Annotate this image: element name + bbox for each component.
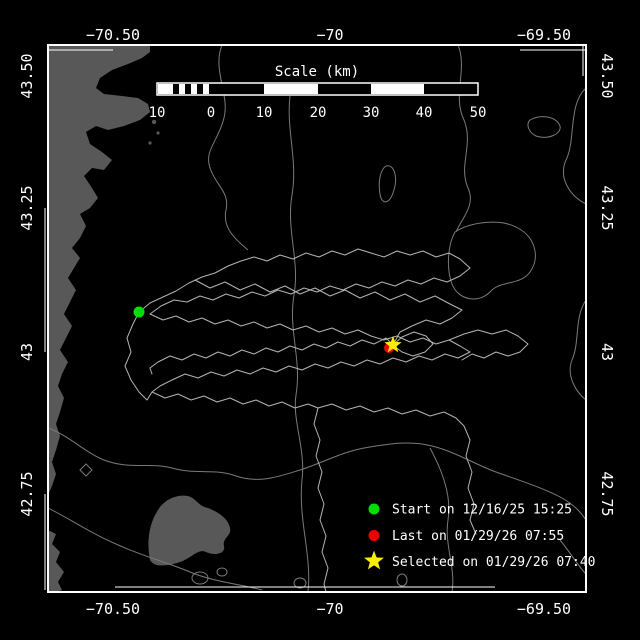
scale-tick-label: 10 <box>256 105 273 121</box>
lat-label: 43 <box>598 343 616 361</box>
land-islet <box>148 141 151 144</box>
legend-last-label: Last on 01/29/26 07:55 <box>392 529 564 544</box>
lon-label: −70 <box>316 600 343 618</box>
lat-label: 43 <box>18 343 36 361</box>
lat-label: 42.75 <box>18 471 36 516</box>
scale-bar-title: Scale (km) <box>275 64 359 80</box>
legend-selected-label: Selected on 01/29/26 07:40 <box>392 555 596 570</box>
lon-label: −70.50 <box>86 26 140 44</box>
scale-tick-label: 30 <box>363 105 380 121</box>
lon-label: −69.50 <box>517 26 571 44</box>
legend-last-marker-icon <box>369 530 380 541</box>
scale-tick-label: 50 <box>470 105 487 121</box>
track-map-window: Scale (km) 10 0 10 20 30 40 50 <box>0 0 640 640</box>
lon-label: −70 <box>316 26 343 44</box>
lat-label: 43.50 <box>18 53 36 98</box>
lon-label: −69.50 <box>517 600 571 618</box>
legend: Start on 12/16/25 15:25 Last on 01/29/26… <box>364 503 595 571</box>
scale-tick-label: 20 <box>310 105 327 121</box>
lat-label: 42.75 <box>598 471 616 516</box>
lat-label: 43.50 <box>598 53 616 98</box>
lat-label: 43.25 <box>598 185 616 230</box>
land-islet <box>156 131 159 134</box>
start-position-marker[interactable] <box>134 307 145 318</box>
legend-start-marker-icon <box>369 504 380 515</box>
scale-tick-label: 40 <box>416 105 433 121</box>
lat-label: 43.25 <box>18 185 36 230</box>
lon-label: −70.50 <box>86 600 140 618</box>
legend-start-label: Start on 12/16/25 15:25 <box>392 503 572 518</box>
scale-tick-label: 10 <box>149 105 166 121</box>
scale-tick-label: 0 <box>207 105 215 121</box>
